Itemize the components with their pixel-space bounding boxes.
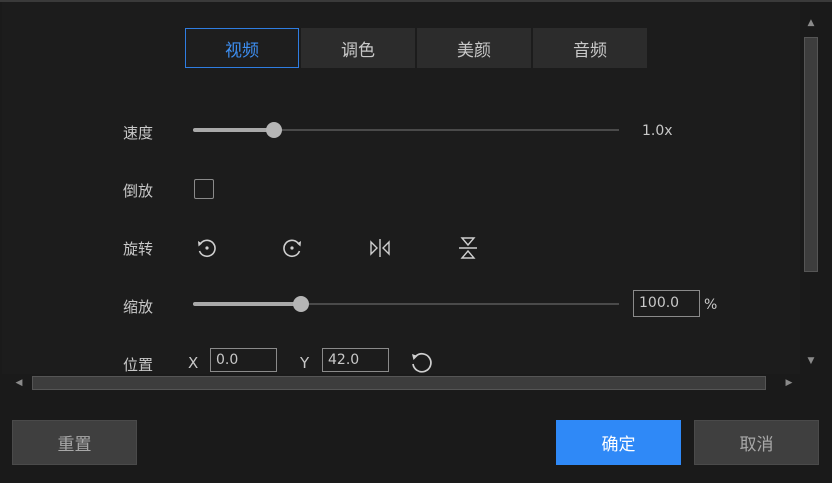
scale-slider[interactable] (193, 295, 619, 313)
rotate-label: 旋转 (123, 240, 154, 258)
reset-icon (412, 352, 432, 373)
settings-panel: 视频 调色 美颜 音频 速度 1.0x 倒放 旋转 缩放 100.0 % 位置 … (2, 2, 800, 374)
scale-label: 缩放 (123, 298, 154, 316)
scale-slider-fill (193, 302, 301, 306)
dialog-footer: 重置 确定 取消 (0, 394, 832, 483)
scroll-right-icon[interactable]: ▶ (782, 376, 796, 390)
speed-label: 速度 (123, 124, 154, 142)
scroll-left-icon[interactable]: ◀ (12, 376, 26, 390)
tab-color[interactable]: 调色 (301, 28, 415, 68)
position-y-label: Y (300, 354, 310, 372)
horizontal-scrollbar[interactable]: ◀ ▶ (2, 374, 800, 392)
confirm-button[interactable]: 确定 (556, 420, 681, 465)
speed-value: 1.0x (642, 123, 673, 139)
rotate-left-icon (198, 239, 216, 258)
scroll-down-icon[interactable]: ▼ (803, 354, 819, 368)
rotate-left-button[interactable] (193, 235, 221, 261)
position-x-label: X (188, 354, 199, 372)
reverse-label: 倒放 (123, 182, 154, 200)
scale-input[interactable]: 100.0 (633, 290, 700, 317)
position-x-input[interactable]: 0.0 (210, 348, 277, 372)
reverse-checkbox[interactable] (194, 179, 214, 199)
scale-slider-thumb[interactable] (292, 296, 309, 312)
vertical-scrollbar[interactable]: ▲ ▼ (801, 2, 830, 374)
tab-bar: 视频 调色 美颜 音频 (185, 28, 647, 68)
tab-audio[interactable]: 音频 (533, 28, 647, 68)
speed-slider-thumb[interactable] (265, 122, 282, 138)
horizontal-scroll-thumb[interactable] (32, 376, 766, 390)
flip-vertical-button[interactable] (454, 235, 482, 261)
scale-unit: % (704, 297, 718, 313)
position-label: 位置 (123, 356, 154, 374)
flip-horizontal-button[interactable] (366, 235, 394, 261)
cancel-button[interactable]: 取消 (694, 420, 819, 465)
vertical-scroll-thumb[interactable] (804, 37, 818, 272)
position-reset-button[interactable] (407, 350, 435, 374)
rotate-right-button[interactable] (278, 235, 306, 261)
tab-beauty[interactable]: 美颜 (417, 28, 531, 68)
position-y-input[interactable]: 42.0 (322, 348, 389, 372)
tab-video[interactable]: 视频 (185, 28, 299, 68)
reset-button[interactable]: 重置 (12, 420, 137, 465)
scroll-up-icon[interactable]: ▲ (803, 16, 819, 30)
flip-horizontal-icon (370, 239, 390, 257)
speed-slider-fill (193, 128, 274, 132)
flip-vertical-icon (459, 237, 477, 259)
speed-slider[interactable] (193, 121, 619, 139)
rotate-right-icon (283, 239, 301, 258)
